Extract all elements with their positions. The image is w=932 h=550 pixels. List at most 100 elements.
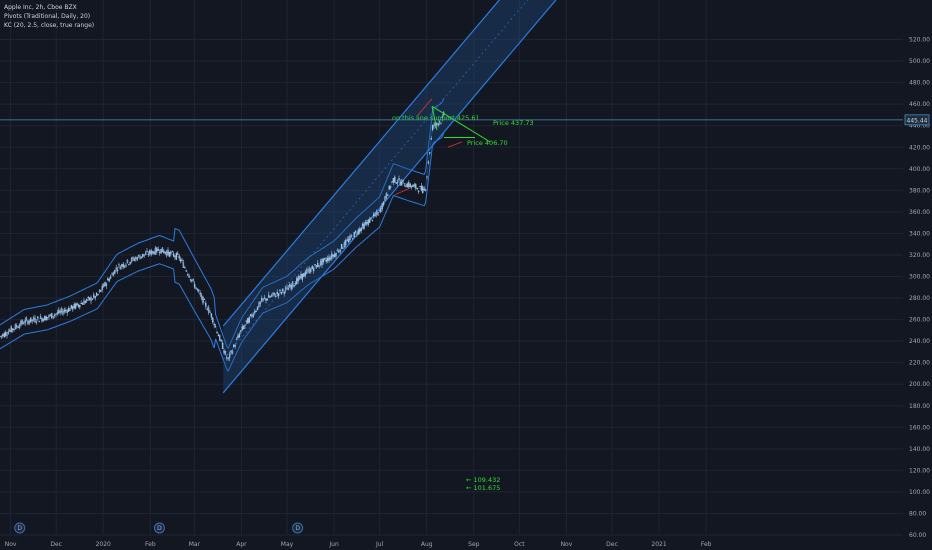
candle [324,257,326,260]
price-tick-label: 200.00 [909,381,930,388]
candle [107,278,109,281]
candle [212,317,214,323]
candle [238,334,241,338]
time-tick-label: Feb [145,541,156,548]
candle [436,123,438,125]
candle [233,344,235,347]
candle [410,185,413,188]
candle [3,332,5,338]
candle [202,296,204,304]
candle [325,259,327,262]
annotation-label: ← 109.432 [466,476,500,484]
candle [167,249,169,255]
dividend-marker-letter: D [17,525,22,532]
candle [409,183,411,187]
candle [360,228,362,231]
candle [53,314,56,316]
candle [249,314,252,316]
candle [217,334,220,337]
candle [45,316,47,321]
time-tick-label: Apr [236,541,247,548]
candle [179,259,182,262]
candle [149,250,151,254]
candle [205,302,207,307]
candle [282,288,284,291]
candle [338,251,340,253]
candle [31,319,33,321]
candle [311,265,313,270]
price-tick-label: 60.00 [909,532,926,539]
candle [27,320,29,325]
candle [240,330,242,332]
candle [84,301,87,304]
legend-keltner[interactable]: KC (20, 2.5, close, true range) [4,21,94,30]
candle [416,188,418,190]
price-tick-label: 280.00 [909,295,930,302]
candle [333,254,336,258]
candle [364,222,367,225]
candle [214,326,217,328]
candle [349,235,351,241]
price-tick-label: 500.00 [909,58,930,65]
candle [244,325,246,327]
price-chart[interactable]: on this line support 425.61Price 437.73P… [0,0,932,550]
candle [361,223,364,227]
candle [62,311,64,315]
candle [402,179,404,181]
candle [388,185,390,190]
candle [373,213,375,217]
candle [382,201,385,206]
candle [318,265,320,267]
candle [256,306,259,310]
candle [65,310,67,312]
legend-pivots[interactable]: Pivots (Traditional, Daily, 20) [4,12,94,21]
candle [79,305,81,308]
annotation-label: ← 101.675 [466,484,500,492]
candle [41,318,43,322]
candle [248,317,250,323]
candle [135,257,137,259]
candle [25,318,28,320]
chart-legend: Apple Inc, 2h, Cboe BZX Pivots (Traditio… [4,3,94,30]
price-tick-label: 160.00 [909,424,930,431]
candle [184,267,186,269]
candle [353,231,355,238]
candle [398,178,400,181]
candle [307,269,309,271]
candle [153,252,155,255]
candle [11,328,14,331]
legend-symbol[interactable]: Apple Inc, 2h, Cboe BZX [4,3,94,12]
price-tick-label: 260.00 [909,317,930,324]
candle [6,334,8,336]
annotation-label: on this line support 425.61 [392,114,480,122]
price-tick-label: 300.00 [909,274,930,281]
candle [172,253,175,257]
candle [241,326,243,331]
candle [368,219,371,224]
candle [277,293,280,297]
candle [174,256,176,258]
candle [104,282,106,287]
candle [46,317,49,319]
candle [133,259,136,261]
candle [175,252,178,260]
candle [118,264,120,266]
candle [354,231,357,233]
price-tick-label: 480.00 [909,80,930,87]
candle [301,273,304,280]
candle [116,269,119,271]
candle [280,291,283,294]
candle [424,189,427,191]
time-tick-label: May [281,541,294,548]
candle [237,335,239,339]
price-tick-label: 460.00 [909,101,930,108]
time-tick-label: Sep [468,541,480,548]
candle [359,228,361,232]
price-tick-label: 100.00 [909,489,930,496]
candle [114,269,116,274]
candle [95,292,98,296]
candle [406,183,409,188]
price-tick-label: 420.00 [909,144,930,151]
candle [13,328,15,330]
price-tick-label: 400.00 [909,166,930,173]
